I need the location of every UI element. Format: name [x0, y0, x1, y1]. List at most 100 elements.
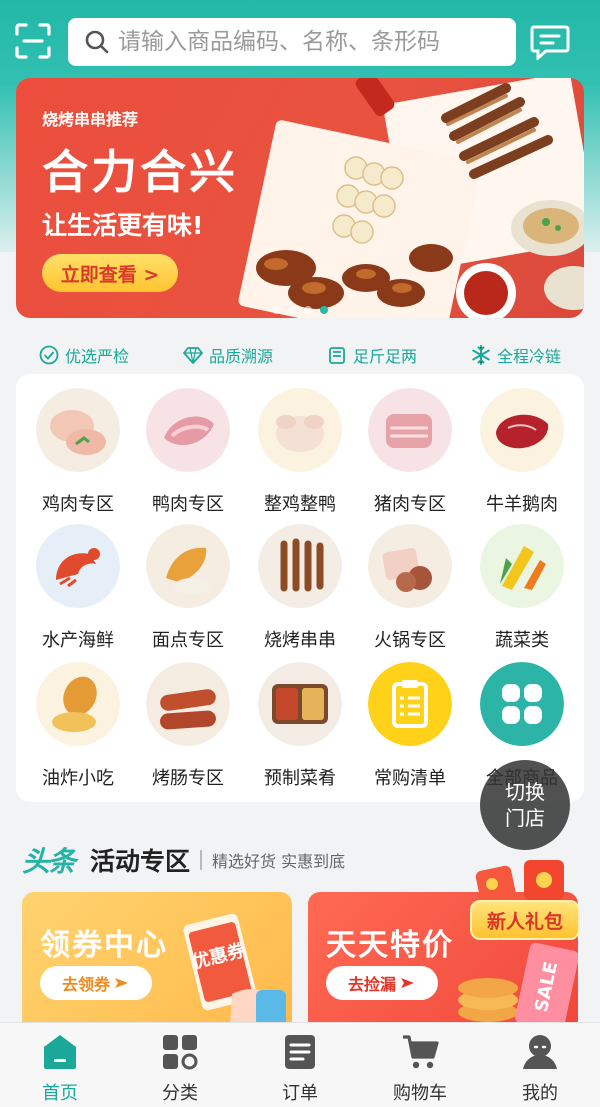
banner-subtitle: 烧烤串串推荐 [42, 110, 139, 129]
banner-dot[interactable] [304, 306, 312, 314]
pastry-icon [146, 524, 230, 608]
category-label: 油炸小吃 [42, 768, 114, 789]
activity-title: 活动专区 [90, 847, 191, 876]
category-label: 烤肠专区 [152, 768, 224, 789]
clipboard-icon [368, 662, 452, 746]
category-whole-chicken[interactable]: 整鸡整鸭 [250, 388, 350, 518]
duck-meat-icon [146, 388, 230, 472]
category-sausage[interactable]: 烤肠专区 [138, 662, 238, 792]
button-label: 去领券 [61, 975, 110, 994]
service-features: 优选严检 品质溯源 足斤足两 全程冷链 [0, 340, 600, 370]
bottom-tab-bar: 首页 分类 订单 购物车 我的 [0, 1022, 600, 1107]
promo-title: 天天特价 [326, 928, 454, 963]
banner-title: 合力合兴 [42, 145, 238, 199]
newbie-gift-button[interactable]: 新人礼包 [470, 900, 580, 940]
category-label: 蔬菜类 [495, 630, 549, 651]
arrow-right-icon [115, 978, 128, 988]
category-vegetable[interactable]: 蔬菜类 [472, 524, 572, 654]
category-label: 预制菜肴 [264, 768, 336, 789]
category-label: 火锅专区 [374, 630, 446, 651]
search-icon [85, 30, 109, 54]
category-label: 整鸡整鸭 [264, 494, 336, 515]
category-fried-snack[interactable]: 油炸小吃 [28, 662, 128, 792]
promo-title: 领券中心 [40, 928, 168, 963]
category-bbq-skewer[interactable]: 烧烤串串 [250, 524, 350, 654]
home-icon [44, 1035, 76, 1069]
skewer-icon [258, 524, 342, 608]
category-pork[interactable]: 猪肉专区 [360, 388, 460, 518]
sausage-icon [146, 662, 230, 746]
tab-cart[interactable]: 购物车 [360, 1023, 480, 1107]
tab-orders[interactable]: 订单 [240, 1023, 360, 1107]
category-chicken[interactable]: 鸡肉专区 [28, 388, 128, 518]
feature-cold-chain: 全程冷链 [471, 340, 561, 370]
category-label: 面点专区 [152, 630, 224, 651]
activity-header: 头条 活动专区 精选好货 实惠到底 [22, 840, 345, 880]
category-label: 常购清单 [374, 768, 446, 789]
tab-profile[interactable]: 我的 [480, 1023, 600, 1107]
check-circle-icon [39, 345, 59, 365]
get-coupon-button[interactable]: 去领券 [40, 966, 152, 1000]
category-icon [163, 1035, 198, 1070]
arrow-right-icon [401, 978, 414, 988]
tab-home[interactable]: 首页 [0, 1023, 120, 1107]
feature-full-weight: 足斤足两 [327, 340, 417, 370]
switch-store-line2: 门店 [505, 806, 545, 830]
category-prepared-dish[interactable]: 预制菜肴 [250, 662, 350, 792]
scan-icon[interactable] [14, 22, 52, 60]
button-label: 去捡漏 [347, 975, 396, 994]
seafood-icon [36, 524, 120, 608]
beef-icon [480, 388, 564, 472]
category-label: 烧烤串串 [264, 630, 336, 651]
user-icon [523, 1035, 557, 1069]
switch-store-button[interactable]: 切换 门店 [480, 760, 570, 850]
feature-label: 全程冷链 [496, 347, 561, 366]
switch-store-line1: 切换 [505, 780, 545, 804]
feature-label: 足斤足两 [352, 347, 417, 366]
category-label: 牛羊鹅肉 [486, 494, 558, 515]
vegetable-icon [480, 524, 564, 608]
message-icon[interactable] [530, 24, 570, 60]
banner-pagination [16, 306, 584, 314]
category-duck[interactable]: 鸭肉专区 [138, 388, 238, 518]
search-input[interactable] [118, 29, 488, 55]
order-icon [285, 1035, 315, 1069]
red-envelope-illustration [475, 860, 564, 906]
category-purchase-list[interactable]: 常购清单 [360, 662, 460, 792]
chicken-meat-icon [36, 388, 120, 472]
tab-label: 购物车 [393, 1083, 447, 1104]
feature-quality-check: 优选严检 [39, 340, 129, 370]
category-beef-lamb[interactable]: 牛羊鹅肉 [472, 388, 572, 518]
category-label: 猪肉专区 [374, 494, 446, 515]
banner-dot[interactable] [288, 306, 296, 314]
banner-view-button[interactable]: 立即查看 > [42, 254, 178, 292]
category-seafood[interactable]: 水产海鲜 [28, 524, 128, 654]
coupon-center-card[interactable]: 领券中心 去领券 优惠券 [22, 892, 292, 1032]
banner-slogan: 让生活更有味! [42, 211, 204, 240]
headline-logo: 头条 [22, 845, 76, 878]
pork-icon [368, 388, 452, 472]
category-hotpot[interactable]: 火锅专区 [360, 524, 460, 654]
bargain-button[interactable]: 去捡漏 [326, 966, 438, 1000]
diamond-icon [183, 347, 203, 364]
banner-dot[interactable] [272, 306, 280, 314]
feature-label: 优选严检 [64, 347, 129, 366]
category-label: 水产海鲜 [42, 630, 114, 651]
banner-dot-active[interactable] [320, 306, 328, 314]
feature-traceability: 品质溯源 [183, 340, 273, 370]
category-pastry[interactable]: 面点专区 [138, 524, 238, 654]
tab-label: 订单 [282, 1083, 318, 1104]
whole-chicken-icon [258, 388, 342, 472]
tab-category[interactable]: 分类 [120, 1023, 240, 1107]
promo-banner[interactable]: 烧烤串串推荐 合力合兴 让生活更有味! 立即查看 > [16, 78, 584, 318]
tab-label: 首页 [42, 1083, 78, 1104]
hotpot-icon [368, 524, 452, 608]
category-grid: 鸡肉专区 鸭肉专区 整鸡整鸭 猪肉专区 牛羊鹅肉 水产海鲜 面点专区 烧烤串串 … [16, 374, 584, 802]
scale-icon [329, 347, 345, 364]
bbq-food-illustration [238, 78, 584, 318]
tab-label: 分类 [162, 1083, 198, 1104]
search-bar[interactable] [68, 18, 516, 66]
category-label: 鸡肉专区 [42, 494, 114, 515]
fried-snack-icon [36, 662, 120, 746]
feature-label: 品质溯源 [208, 347, 273, 366]
